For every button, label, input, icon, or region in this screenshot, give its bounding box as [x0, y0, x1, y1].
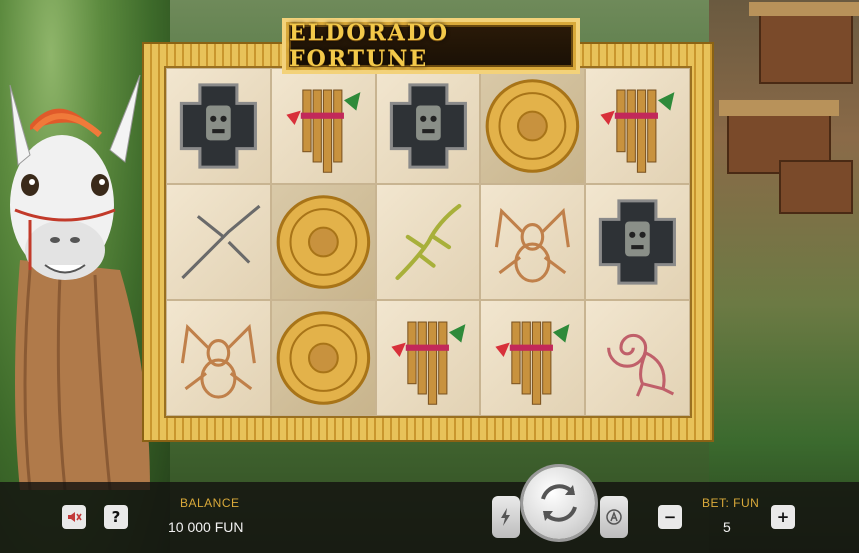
bet-increase-button[interactable]: +: [771, 505, 795, 529]
autoplay-a-icon: [606, 509, 622, 525]
roof-image: [749, 2, 859, 16]
balance-label: BALANCE: [180, 496, 240, 510]
reel-frame: [142, 42, 714, 442]
help-button[interactable]: ?: [104, 505, 128, 529]
autoplay-button[interactable]: [600, 496, 628, 538]
plus-icon: +: [776, 508, 790, 526]
symbol-spider-icon: [480, 184, 586, 300]
spin-button[interactable]: [523, 467, 595, 539]
bet-decrease-button[interactable]: −: [658, 505, 682, 529]
lightning-icon: [501, 508, 510, 526]
symbol-pan-flute-icon: [270, 68, 376, 184]
symbol-sun-disc-icon: [480, 68, 586, 184]
house-image: [759, 10, 853, 84]
symbol-monkey-icon: [585, 300, 690, 416]
help-label: ?: [111, 508, 121, 526]
symbol-sun-disc-icon: [270, 184, 376, 300]
balance-value: 10 000 FUN: [168, 519, 244, 535]
roof-image: [719, 100, 839, 116]
symbol-pan-flute-icon: [585, 68, 690, 184]
speaker-muted-icon: [68, 512, 82, 522]
bet-value: 5: [723, 519, 731, 535]
symbol-sun-disc-icon: [270, 300, 376, 416]
symbol-pan-flute-icon: [480, 300, 586, 416]
turbo-button[interactable]: [492, 496, 520, 538]
refresh-arrows-icon: [541, 484, 577, 522]
mute-sound-button[interactable]: [62, 505, 86, 529]
game-title: ELDORADO FORTUNE: [289, 20, 450, 72]
symbol-spider-icon: [166, 300, 271, 416]
right-background-village: [709, 0, 859, 553]
symbol-cross-idol-icon: [375, 68, 481, 184]
symbol-hummingbird-icon: [166, 184, 271, 300]
symbol-cross-idol-icon: [585, 184, 690, 300]
bet-label: BET: FUN: [702, 496, 760, 510]
symbol-pan-flute-icon: [375, 300, 481, 416]
llama-mascot-image: [9, 74, 150, 490]
game-title-plate: ELDORADO FORTUNE: [286, 20, 576, 72]
house-image: [779, 160, 853, 214]
control-bar: [0, 482, 859, 553]
symbol-lizard-icon: [375, 184, 481, 300]
symbol-cross-idol-icon: [166, 68, 271, 184]
reel-grid: [164, 66, 692, 418]
minus-icon: −: [663, 508, 677, 526]
